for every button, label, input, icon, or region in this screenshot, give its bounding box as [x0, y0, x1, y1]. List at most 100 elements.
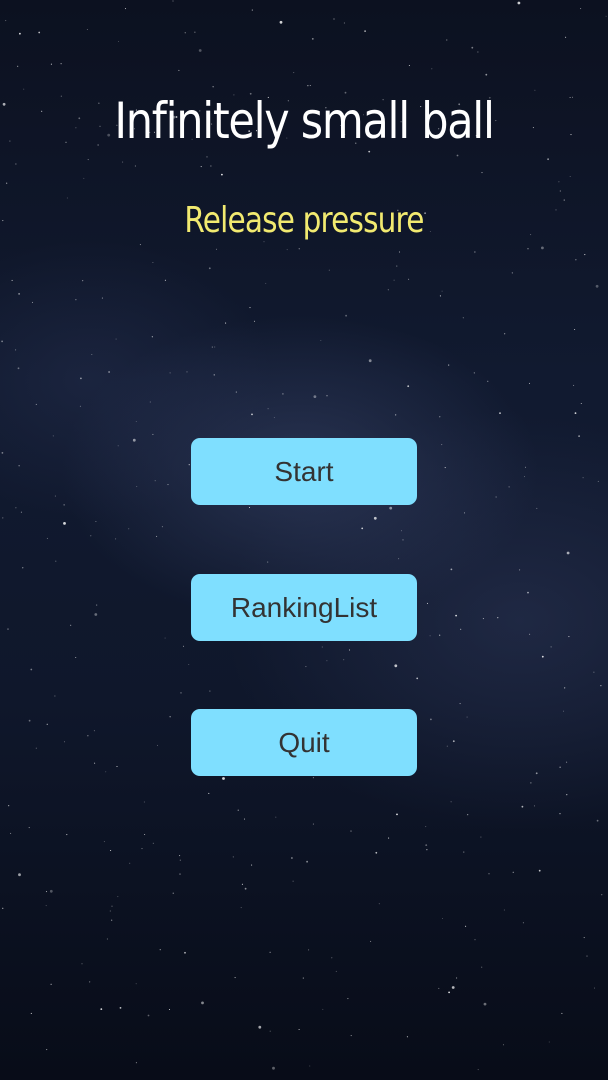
star	[100, 1008, 103, 1010]
star	[593, 987, 596, 989]
star	[459, 703, 461, 705]
star	[398, 251, 401, 253]
star	[167, 484, 169, 486]
star	[275, 816, 277, 818]
star	[94, 613, 98, 616]
star	[519, 569, 521, 571]
star	[533, 805, 536, 807]
star	[206, 156, 208, 158]
star	[225, 322, 227, 324]
star	[117, 896, 119, 898]
star	[441, 917, 444, 920]
star	[536, 507, 538, 509]
star	[105, 771, 107, 773]
star	[574, 412, 577, 414]
star	[481, 966, 483, 968]
star	[596, 819, 599, 822]
star	[15, 349, 17, 351]
star	[430, 718, 432, 721]
star	[523, 476, 526, 478]
star	[63, 741, 66, 743]
star	[269, 1030, 271, 1032]
star	[446, 745, 448, 747]
star	[541, 246, 544, 250]
star	[378, 903, 380, 905]
star	[90, 535, 92, 537]
star	[201, 1001, 204, 1005]
star	[9, 140, 11, 142]
star	[566, 551, 570, 555]
game-subtitle: Release pressure	[184, 200, 424, 241]
star	[49, 889, 53, 893]
star	[350, 1035, 352, 1037]
star	[396, 265, 398, 267]
star	[213, 374, 215, 376]
star	[111, 905, 113, 907]
star	[308, 949, 310, 951]
star	[448, 364, 450, 366]
star	[575, 259, 577, 261]
star	[426, 602, 429, 604]
star	[517, 1, 521, 5]
quit-button[interactable]: Quit	[191, 709, 417, 776]
star	[249, 307, 251, 309]
star	[178, 69, 180, 71]
star	[251, 413, 253, 416]
star	[17, 367, 20, 370]
star	[101, 297, 103, 299]
star	[211, 346, 213, 348]
star	[50, 983, 52, 985]
star	[28, 827, 30, 829]
star	[455, 614, 457, 617]
star	[75, 299, 77, 301]
star	[312, 823, 314, 825]
star	[298, 1028, 300, 1031]
star	[466, 716, 468, 718]
star	[393, 279, 395, 281]
star	[559, 766, 561, 768]
star	[548, 1041, 550, 1043]
star	[350, 830, 352, 832]
star	[550, 646, 552, 648]
star	[273, 417, 275, 419]
star	[122, 161, 124, 163]
star	[66, 197, 68, 199]
ranking-list-button[interactable]: RankingList	[191, 574, 417, 641]
star	[474, 939, 476, 941]
star	[328, 269, 330, 271]
star	[22, 567, 24, 569]
star	[578, 435, 580, 437]
star	[141, 848, 143, 850]
star	[398, 558, 400, 560]
star	[164, 279, 166, 281]
start-button[interactable]: Start	[191, 438, 417, 505]
star	[465, 925, 467, 927]
star	[580, 402, 582, 405]
star	[441, 290, 443, 292]
star	[18, 873, 21, 877]
star	[188, 464, 190, 466]
star	[152, 433, 154, 435]
star	[313, 395, 317, 398]
star	[511, 272, 513, 274]
star	[395, 414, 397, 416]
star	[495, 496, 497, 498]
star	[407, 385, 410, 388]
star	[209, 690, 211, 692]
star	[333, 18, 335, 20]
star	[527, 248, 529, 250]
star	[302, 977, 304, 979]
star	[387, 289, 389, 291]
star	[18, 465, 20, 467]
star	[30, 1012, 32, 1014]
star	[563, 199, 565, 201]
star	[538, 869, 541, 872]
star	[570, 134, 572, 136]
star	[169, 716, 171, 718]
star	[253, 320, 256, 322]
star	[307, 85, 309, 87]
star	[94, 762, 96, 764]
star	[251, 9, 253, 11]
star	[95, 520, 97, 523]
star	[1, 340, 3, 343]
